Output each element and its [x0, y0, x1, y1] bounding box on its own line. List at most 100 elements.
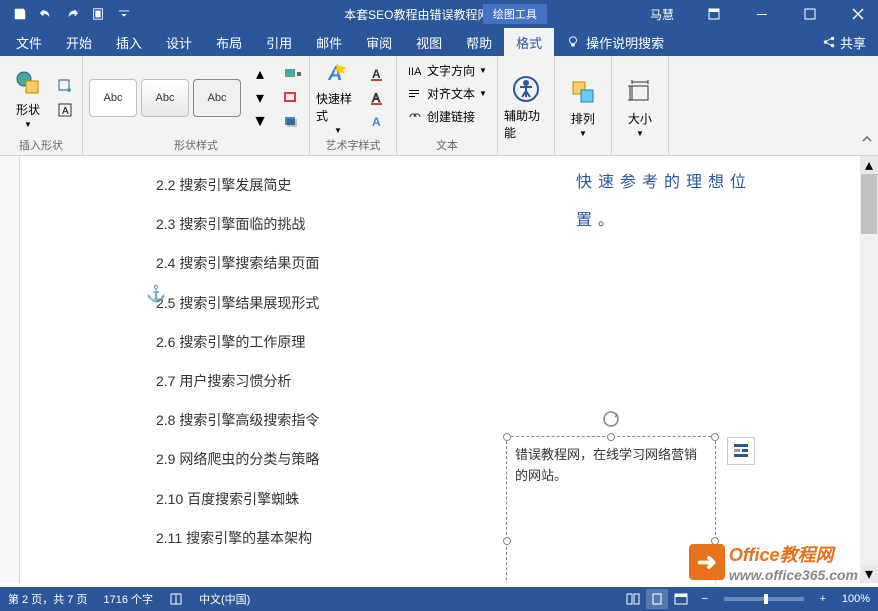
scroll-down-button[interactable]: ▾: [860, 565, 878, 583]
align-text-button[interactable]: 对齐文本 ▼: [403, 83, 491, 104]
arrange-button[interactable]: 排列 ▼: [561, 71, 605, 143]
group-text: IIA文字方向 ▼ 对齐文本 ▼ 创建链接 文本: [397, 56, 498, 155]
qat-more-button[interactable]: [112, 2, 136, 26]
zoom-slider[interactable]: [724, 597, 804, 601]
shape-preset-3[interactable]: Abc: [193, 79, 241, 117]
document-title: 本套SEO教程由错误教程网: [344, 6, 489, 23]
ribbon-display-button[interactable]: [694, 0, 734, 28]
svg-text:A: A: [372, 67, 381, 81]
word-count[interactable]: 1716 个字: [103, 591, 153, 607]
text-direction-button[interactable]: IIA文字方向 ▼: [403, 60, 491, 81]
shape-outline-button[interactable]: [281, 87, 303, 109]
tell-me-search[interactable]: 操作说明搜索: [554, 33, 676, 52]
doc-line: 2.5 搜索引擎结果展现形式: [156, 284, 820, 323]
sidebar-text[interactable]: 快速参考的理想位 置。: [576, 164, 752, 241]
close-button[interactable]: [838, 0, 878, 28]
tab-design[interactable]: 设计: [154, 28, 204, 56]
zoom-slider-thumb[interactable]: [764, 594, 768, 604]
wordart-icon: A: [322, 60, 354, 88]
scroll-up-button[interactable]: ▴: [860, 156, 878, 174]
quick-styles-button[interactable]: A 快速样式 ▼: [316, 62, 360, 134]
doc-line: 2.10 百度搜索引擎蜘蛛: [156, 480, 820, 519]
tab-review[interactable]: 审阅: [354, 28, 404, 56]
language-button[interactable]: 中文(中国): [199, 591, 250, 607]
watermark-url: www.office365.com: [729, 567, 858, 583]
touch-mode-button[interactable]: [86, 2, 110, 26]
text-box-content[interactable]: 错误教程网，在线学习网络营销的网站。: [507, 437, 715, 495]
doc-line: 2.9 网络爬虫的分类与策略: [156, 440, 820, 479]
resize-handle-tm[interactable]: [607, 433, 615, 441]
redo-button[interactable]: [60, 2, 84, 26]
text-box-button[interactable]: A: [54, 99, 76, 121]
save-button[interactable]: [8, 2, 32, 26]
size-icon: [624, 76, 656, 108]
size-label: 大小: [628, 110, 652, 127]
tab-insert[interactable]: 插入: [104, 28, 154, 56]
vertical-ruler[interactable]: [0, 156, 20, 583]
spell-check-button[interactable]: [169, 592, 183, 606]
resize-handle-ml[interactable]: [503, 537, 511, 545]
tab-home[interactable]: 开始: [54, 28, 104, 56]
undo-button[interactable]: [34, 2, 58, 26]
group-insert-shapes: 形状 ▼ A 插入形状: [0, 56, 83, 155]
zoom-out-button[interactable]: −: [694, 589, 716, 609]
resize-handle-tl[interactable]: [503, 433, 511, 441]
share-button[interactable]: 共享: [822, 33, 866, 52]
tab-view[interactable]: 视图: [404, 28, 454, 56]
tab-file[interactable]: 文件: [4, 28, 54, 56]
accessibility-button[interactable]: 辅助功能: [504, 71, 548, 143]
maximize-button[interactable]: [790, 0, 830, 28]
tab-layout[interactable]: 布局: [204, 28, 254, 56]
tab-help[interactable]: 帮助: [454, 28, 504, 56]
shape-fill-button[interactable]: [281, 63, 303, 85]
print-layout-button[interactable]: [646, 589, 668, 609]
tab-references[interactable]: 引用: [254, 28, 304, 56]
document-area: 2.2 搜索引擎发展简史 2.3 搜索引擎面临的挑战 2.4 搜索引擎搜索结果页…: [0, 156, 878, 583]
gallery-more-button[interactable]: ▼: [249, 111, 271, 133]
read-mode-button[interactable]: [622, 589, 644, 609]
vertical-scrollbar[interactable]: ▴ ▾: [860, 156, 878, 583]
web-layout-button[interactable]: [670, 589, 692, 609]
status-bar: 第 2 页，共 7 页 1716 个字 中文(中国) − + 100%: [0, 587, 878, 611]
shapes-button[interactable]: 形状 ▼: [6, 62, 50, 134]
text-fill-button[interactable]: A: [368, 63, 390, 85]
text-effects-button[interactable]: A: [368, 111, 390, 133]
group-accessibility: 辅助功能: [498, 56, 555, 155]
arrange-label: 排列: [571, 110, 595, 127]
zoom-in-button[interactable]: +: [812, 589, 834, 609]
shape-preset-1[interactable]: Abc: [89, 79, 137, 117]
shape-preset-2[interactable]: Abc: [141, 79, 189, 117]
svg-text:A: A: [372, 115, 381, 129]
group-label-insert-shapes: 插入形状: [6, 135, 76, 153]
doc-line: 2.6 搜索引擎的工作原理: [156, 323, 820, 362]
group-shape-styles: Abc Abc Abc ▴ ▾ ▼ 形状样式: [83, 56, 310, 155]
zoom-level[interactable]: 100%: [842, 593, 870, 605]
create-link-button[interactable]: 创建链接: [403, 106, 479, 127]
scroll-thumb[interactable]: [861, 174, 877, 234]
size-button[interactable]: 大小 ▼: [618, 71, 662, 143]
rotate-handle[interactable]: [601, 409, 621, 429]
shapes-label: 形状: [16, 101, 40, 118]
collapse-ribbon-button[interactable]: [860, 132, 874, 151]
page-info[interactable]: 第 2 页，共 7 页: [8, 591, 87, 607]
link-icon: [407, 110, 423, 124]
minimize-button[interactable]: [742, 0, 782, 28]
lightbulb-icon: [566, 35, 580, 49]
resize-handle-tr[interactable]: [711, 433, 719, 441]
layout-options-button[interactable]: [727, 437, 755, 465]
group-label-text: 文本: [403, 135, 491, 153]
edit-shape-button[interactable]: [54, 75, 76, 97]
group-arrange: 排列 ▼: [555, 56, 612, 155]
username[interactable]: 马慧: [650, 6, 674, 23]
text-box[interactable]: 错误教程网，在线学习网络营销的网站。: [506, 436, 716, 583]
anchor-icon[interactable]: ⚓: [146, 284, 166, 304]
gallery-up-button[interactable]: ▴: [249, 63, 271, 85]
accessibility-icon: [510, 73, 542, 105]
shape-effects-button[interactable]: [281, 111, 303, 133]
text-outline-button[interactable]: A: [368, 87, 390, 109]
gallery-down-button[interactable]: ▾: [249, 87, 271, 109]
page[interactable]: 2.2 搜索引擎发展简史 2.3 搜索引擎面临的挑战 2.4 搜索引擎搜索结果页…: [28, 156, 848, 583]
tab-mailings[interactable]: 邮件: [304, 28, 354, 56]
tab-format[interactable]: 格式: [504, 28, 554, 56]
group-wordart-styles: A 快速样式 ▼ A A A 艺术字样式: [310, 56, 397, 155]
